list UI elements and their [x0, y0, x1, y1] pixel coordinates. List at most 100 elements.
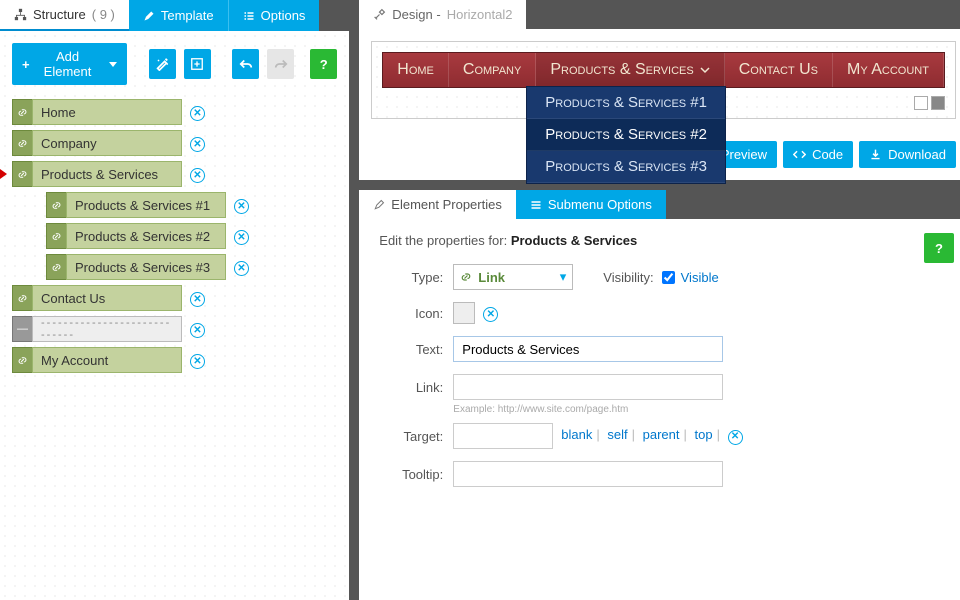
tab-element-properties[interactable]: Element Properties	[359, 190, 516, 219]
help-icon: ?	[320, 57, 328, 72]
menu-preview: Home Company Products & Services Contact…	[371, 41, 956, 119]
link-icon	[12, 99, 32, 125]
link-icon	[12, 347, 32, 373]
chevron-down-icon	[700, 65, 710, 75]
tree-item-products-1[interactable]: Products & Services #1 ✕	[46, 192, 337, 218]
row-tooltip: Tooltip:	[379, 461, 948, 487]
text-input[interactable]	[453, 336, 723, 362]
tree-item-label: My Account	[32, 347, 182, 373]
icon-label: Icon:	[379, 306, 443, 321]
link-input[interactable]	[453, 374, 723, 400]
delete-item-button[interactable]: ✕	[190, 103, 205, 122]
code-button[interactable]: Code	[783, 141, 853, 168]
preview-menubar: Home Company Products & Services Contact…	[382, 52, 945, 88]
tab-options[interactable]: Options	[228, 0, 320, 31]
snippet-button[interactable]	[184, 49, 211, 79]
preview-menu-company[interactable]: Company	[449, 53, 536, 87]
delete-item-button[interactable]: ✕	[190, 289, 205, 308]
preview-menu-home[interactable]: Home	[383, 53, 449, 87]
tools-icon	[373, 8, 386, 21]
tree-item-label: Products & Services #1	[66, 192, 226, 218]
type-label: Type:	[379, 270, 443, 285]
target-self[interactable]: self	[607, 427, 627, 442]
tree-item-products[interactable]: Products & Services ✕	[12, 161, 337, 187]
link-icon	[46, 223, 66, 249]
preview-submenu-item[interactable]: Products & Services #3	[527, 151, 725, 183]
delete-item-button[interactable]: ✕	[190, 320, 205, 339]
light-swatch[interactable]	[914, 96, 928, 110]
structure-panel: Structure ( 9 ) Template Options + A	[0, 0, 349, 600]
row-target: Target: blank| self| parent| top| ✕	[379, 423, 948, 449]
preview-submenu-item[interactable]: Products & Services #1	[527, 87, 725, 119]
submenu-icon	[530, 199, 542, 211]
link-icon	[12, 130, 32, 156]
target-input[interactable]	[453, 423, 553, 449]
visibility-checkbox[interactable]	[662, 271, 675, 284]
visibility-value[interactable]: Visible	[681, 270, 719, 285]
icon-picker[interactable]	[453, 302, 475, 324]
separator-icon: —	[12, 316, 32, 342]
tree-item-products-3[interactable]: Products & Services #3 ✕	[46, 254, 337, 280]
row-link: Link:	[379, 374, 948, 400]
left-tab-bar: Structure ( 9 ) Template Options	[0, 0, 349, 31]
tree-item-label: Products & Services	[32, 161, 182, 187]
tree-item-separator[interactable]: — ----------------------------- ✕	[12, 316, 337, 342]
redo-button[interactable]	[267, 49, 294, 79]
link-hint: Example: http://www.site.com/page.htm	[453, 404, 948, 415]
preview-menu-products[interactable]: Products & Services	[536, 53, 724, 87]
link-icon	[46, 192, 66, 218]
tree-item-company[interactable]: Company ✕	[12, 130, 337, 156]
tab-template[interactable]: Template	[129, 0, 228, 31]
tooltip-label: Tooltip:	[379, 467, 443, 482]
help-icon: ?	[935, 241, 943, 256]
code-block-icon	[190, 57, 204, 71]
delete-item-button[interactable]: ✕	[190, 134, 205, 153]
target-parent[interactable]: parent	[643, 427, 680, 442]
tree-item-label: Products & Services #3	[66, 254, 226, 280]
tree-item-account[interactable]: My Account ✕	[12, 347, 337, 373]
tab-structure[interactable]: Structure ( 9 )	[0, 0, 129, 31]
preview-menu-contact[interactable]: Contact Us	[725, 53, 833, 87]
link-icon	[46, 254, 66, 280]
type-select[interactable]: Link ▾	[453, 264, 573, 290]
properties-panel: Element Properties Submenu Options ? Edi…	[359, 190, 960, 600]
tooltip-input[interactable]	[453, 461, 723, 487]
wand-icon	[155, 57, 169, 71]
clear-icon-button[interactable]: ✕	[483, 304, 498, 323]
plus-icon: +	[22, 57, 30, 72]
help-button[interactable]: ?	[924, 233, 954, 263]
tree-item-label: Contact Us	[32, 285, 182, 311]
selection-marker-icon	[0, 169, 7, 179]
edit-icon	[373, 199, 385, 211]
wand-button[interactable]	[149, 49, 176, 79]
clear-target-button[interactable]: ✕	[728, 430, 743, 445]
dark-swatch[interactable]	[931, 96, 945, 110]
target-top[interactable]: top	[695, 427, 713, 442]
add-element-button[interactable]: + Add Element	[12, 43, 127, 85]
tab-structure-count: ( 9 )	[92, 7, 115, 22]
undo-button[interactable]	[232, 49, 259, 79]
delete-item-button[interactable]: ✕	[190, 351, 205, 370]
code-icon	[793, 148, 806, 161]
help-button[interactable]: ?	[310, 49, 337, 79]
tree-item-home[interactable]: Home ✕	[12, 99, 337, 125]
redo-icon	[274, 57, 288, 71]
tab-template-label: Template	[161, 8, 214, 23]
structure-body: + Add Element	[0, 31, 349, 600]
tree-item-products-2[interactable]: Products & Services #2 ✕	[46, 223, 337, 249]
delete-item-button[interactable]: ✕	[190, 165, 205, 184]
tree-item-contact[interactable]: Contact Us ✕	[12, 285, 337, 311]
row-type: Type: Link ▾ Visibility: Visible	[379, 264, 948, 290]
delete-item-button[interactable]: ✕	[234, 196, 249, 215]
target-blank[interactable]: blank	[561, 427, 592, 442]
delete-item-button[interactable]: ✕	[234, 227, 249, 246]
row-icon: Icon: ✕	[379, 302, 948, 324]
download-button[interactable]: Download	[859, 141, 956, 168]
tab-design[interactable]: Design - Horizontal2	[359, 0, 526, 29]
tab-submenu-options[interactable]: Submenu Options	[516, 190, 666, 219]
preview-menu-account[interactable]: My Account	[833, 53, 944, 87]
delete-item-button[interactable]: ✕	[234, 258, 249, 277]
preview-submenu-item[interactable]: Products & Services #2	[527, 119, 725, 151]
chevron-down-icon	[109, 62, 117, 67]
link-label: Link:	[379, 380, 443, 395]
